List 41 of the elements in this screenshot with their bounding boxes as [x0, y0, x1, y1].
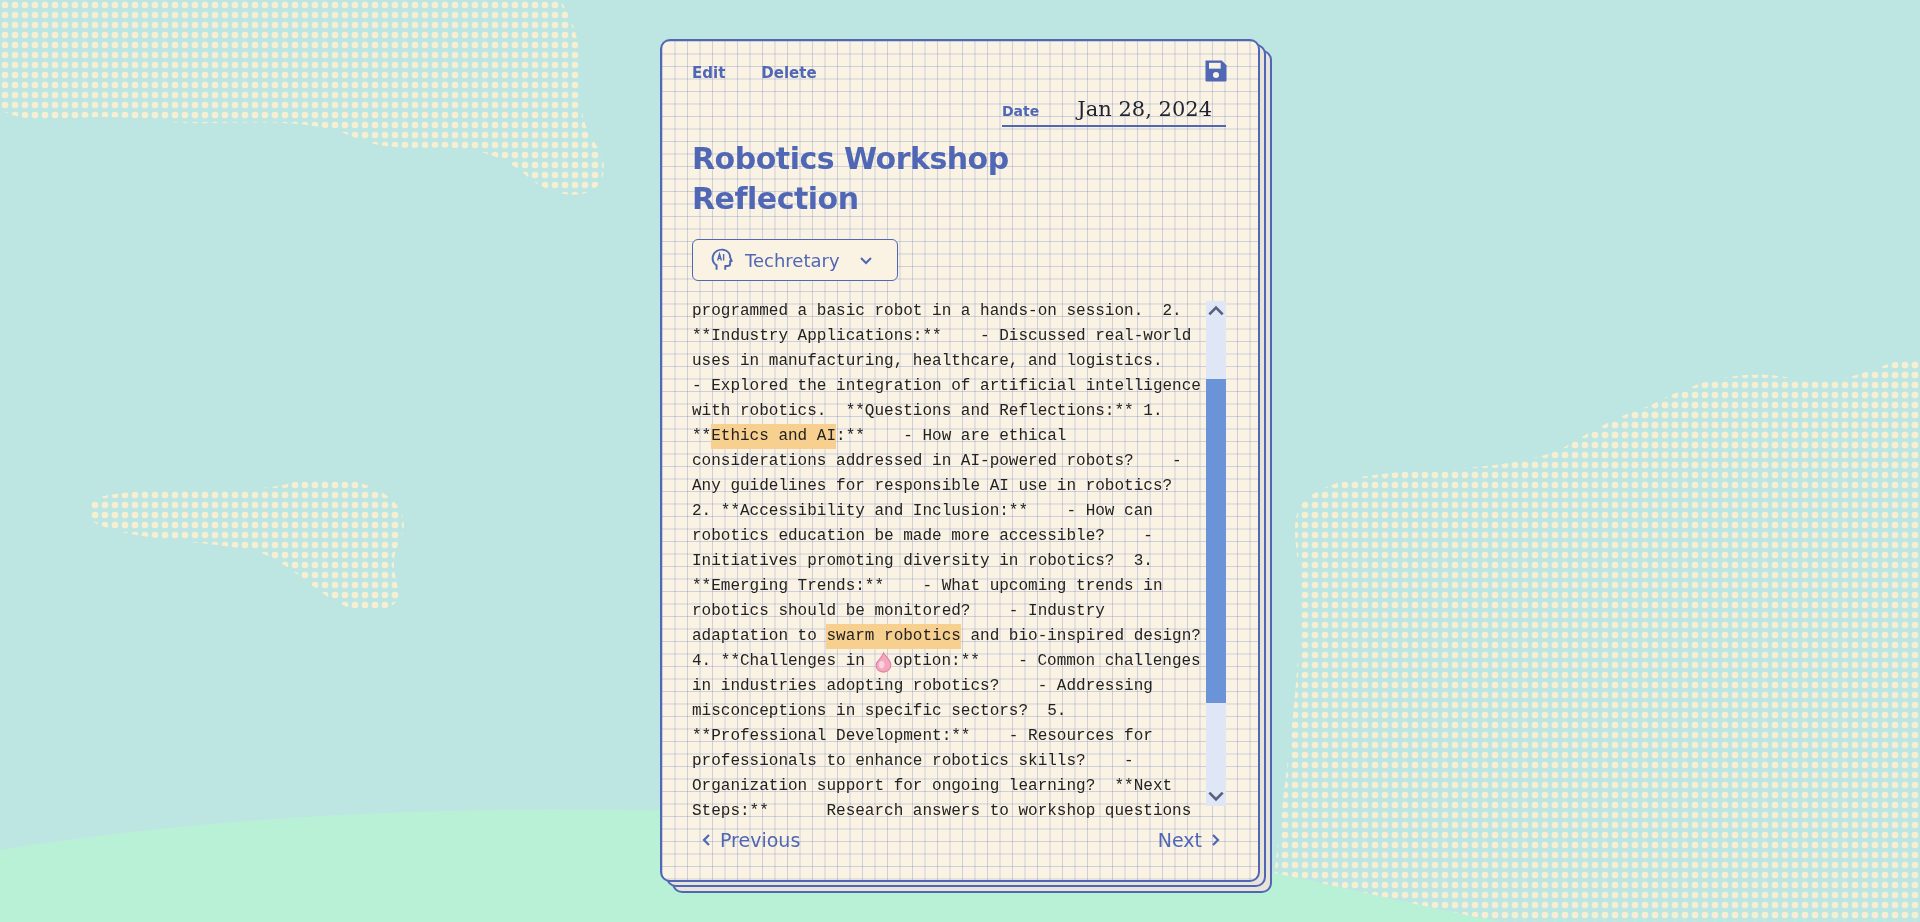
pointer-cursor-icon — [874, 650, 894, 673]
note-text: **Professional Development:** - Resources for — [692, 726, 1153, 747]
note-text: with robotics. **Questions and Reflections:** 1. — [692, 401, 1163, 422]
note-text: 2. **Accessibility and Inclusion:** - How can — [692, 501, 1153, 522]
next-button[interactable]: Next — [1157, 829, 1222, 851]
delete-button[interactable]: Delete — [761, 64, 817, 82]
previous-button[interactable]: Previous — [700, 829, 801, 851]
note-text: Organization support for ongoing learning? **Next — [692, 776, 1173, 797]
note-text: ** — [692, 426, 712, 447]
note-text: **Emerging Trends:** - What upcoming trends in — [692, 576, 1163, 597]
date-value: Jan 28, 2024 — [1077, 97, 1212, 121]
note-text: adaptation to — [692, 626, 818, 647]
note-text: Any guidelines for responsible AI use in robotics? — [692, 476, 1173, 497]
scrollbar[interactable] — [1206, 301, 1226, 806]
note-text: and bio-inspired design? — [969, 626, 1201, 647]
note-text: professionals to enhance robotics skills? - — [692, 751, 1134, 772]
ai-head-icon — [709, 247, 735, 273]
date-field[interactable]: Date Jan 28, 2024 — [1002, 97, 1226, 127]
chevron-left-icon — [700, 832, 712, 848]
highlighted-text: Ethics and AI — [711, 424, 837, 449]
note-text: **Industry Applications:** - Discussed real-world — [692, 326, 1192, 347]
note-text: misconceptions in specific sectors? 5. — [692, 701, 1067, 722]
note-text: robotics should be monitored? - Industry — [692, 601, 1105, 622]
scrollbar-thumb[interactable] — [1206, 379, 1226, 703]
note-text: in industries adopting robotics? - Addressing — [692, 676, 1153, 697]
note-text: uses in manufacturing, healthcare, and logistics. — [692, 351, 1163, 372]
note-text: robotics education be made more accessible? - — [692, 526, 1153, 547]
note-text: Steps:** Research answers to workshop questions — [692, 801, 1192, 822]
date-label: Date — [1002, 103, 1040, 119]
assistant-dropdown[interactable]: Techretary — [692, 239, 898, 281]
note-text: :** - How are ethical — [836, 426, 1067, 447]
note-text: programmed a basic robot in a hands-on session. 2. — [692, 301, 1182, 322]
note-text: 4. **Challenges in — [692, 651, 866, 672]
note-text: Initiatives promoting diversity in robotics? 3. — [692, 551, 1153, 572]
note-title: Robotics Workshop Reflection — [692, 140, 1010, 218]
highlighted-text: swarm robotics — [826, 624, 961, 649]
note-text: - Explored the integration of artificial intelligence — [692, 376, 1201, 397]
chevron-right-icon — [1210, 832, 1222, 848]
note-text: option:** - Common challenges — [893, 651, 1201, 672]
edit-button[interactable]: Edit — [692, 64, 726, 82]
note-text: considerations addressed in AI-powered robots? - — [692, 451, 1182, 472]
